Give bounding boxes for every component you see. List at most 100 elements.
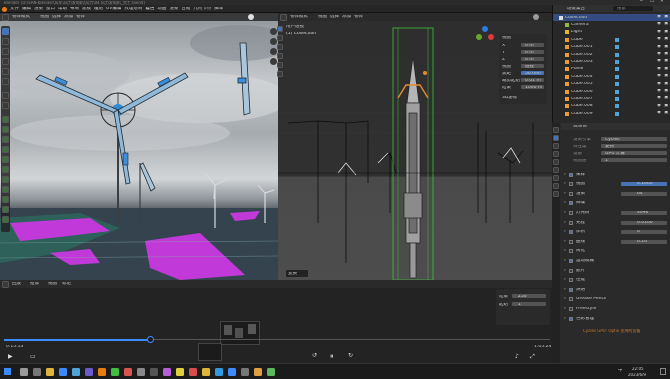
visibility-eye-icon[interactable]: ◉ bbox=[657, 15, 661, 20]
section-checkbox[interactable] bbox=[569, 278, 573, 283]
extrude-tool-icon[interactable] bbox=[2, 126, 9, 133]
transform-tool-icon[interactable] bbox=[2, 78, 9, 85]
outliner-item[interactable]: Cube.004 ◉ ▣ bbox=[553, 73, 670, 80]
file-explorer-icon[interactable] bbox=[46, 367, 54, 376]
render-toggle-icon[interactable]: ▣ bbox=[664, 45, 668, 50]
folder-icon[interactable] bbox=[202, 367, 210, 376]
tool-tab-icon[interactable] bbox=[552, 127, 559, 133]
render-toggle-icon[interactable]: ▣ bbox=[664, 111, 668, 116]
visibility-eye-icon[interactable]: ◉ bbox=[657, 30, 661, 35]
section-checkbox[interactable] bbox=[569, 268, 573, 273]
z-axis-icon[interactable] bbox=[482, 26, 488, 32]
prop-number-field[interactable] bbox=[621, 230, 667, 235]
prop-section[interactable]: › 灯光树 4096 bbox=[561, 209, 670, 217]
y-axis-icon[interactable] bbox=[476, 34, 482, 40]
render-toggle-icon[interactable]: ▣ bbox=[664, 74, 668, 79]
visibility-eye-icon[interactable]: ◉ bbox=[657, 45, 661, 50]
section-checkbox[interactable] bbox=[569, 316, 573, 321]
visibility-eye-icon[interactable]: ◉ bbox=[657, 59, 661, 64]
prop-section[interactable]: › 曲线 0.10 bbox=[561, 238, 670, 246]
scene-tab-icon[interactable] bbox=[552, 159, 559, 165]
render-toggle-icon[interactable]: ▣ bbox=[664, 82, 668, 87]
blender-logo-icon[interactable] bbox=[2, 6, 7, 12]
prop-number-field[interactable] bbox=[621, 191, 667, 196]
render-toggle-icon[interactable]: ▣ bbox=[664, 67, 668, 72]
mode-selector[interactable]: 物体模式 bbox=[12, 15, 30, 20]
workspace-tab[interactable]: 帮助 bbox=[58, 7, 67, 12]
render-toggle-icon[interactable]: ▣ bbox=[664, 37, 668, 42]
prop-section[interactable]: › 运动模糊 bbox=[561, 257, 670, 265]
prop-section[interactable]: › 性能 bbox=[561, 277, 670, 285]
pause-icon[interactable]: ⏸ bbox=[330, 352, 334, 361]
subtitles-icon[interactable]: ▭ bbox=[30, 353, 36, 360]
menu-object[interactable]: 物体 bbox=[76, 15, 85, 20]
visibility-eye-icon[interactable]: ◉ bbox=[657, 82, 661, 87]
spin-tool-icon[interactable] bbox=[2, 186, 9, 193]
prop-section[interactable]: › 视图 0.1000 bbox=[561, 181, 670, 189]
mail-icon[interactable] bbox=[72, 367, 80, 376]
workspace-tab[interactable]: 建模 bbox=[82, 7, 91, 12]
outliner-item[interactable]: Cube.002 ◉ ▣ bbox=[553, 51, 670, 58]
video-app-icon[interactable] bbox=[189, 367, 197, 376]
forward-icon[interactable]: ↻ bbox=[348, 352, 353, 359]
render-toggle-icon[interactable]: ▣ bbox=[664, 22, 668, 27]
task-view-icon[interactable] bbox=[33, 367, 41, 376]
menu-select[interactable]: 选择 bbox=[330, 15, 339, 20]
section-checkbox[interactable] bbox=[569, 201, 573, 206]
section-checkbox[interactable] bbox=[569, 182, 573, 187]
timeline-editor-icon[interactable] bbox=[2, 280, 9, 288]
knife-tool-icon[interactable] bbox=[2, 166, 9, 173]
zoom-icon[interactable] bbox=[270, 28, 277, 35]
section-checkbox[interactable] bbox=[569, 258, 573, 263]
calendar-icon[interactable] bbox=[228, 367, 236, 376]
x-axis-icon[interactable] bbox=[488, 34, 494, 40]
render-tab-icon[interactable] bbox=[552, 135, 559, 141]
mode-selector[interactable]: 物体模式 bbox=[290, 15, 308, 20]
game-icon[interactable] bbox=[267, 367, 275, 376]
visibility-eye-icon[interactable]: ◉ bbox=[657, 104, 661, 109]
fullscreen-icon[interactable]: ⤢ bbox=[530, 353, 535, 361]
object-tab-icon[interactable] bbox=[552, 175, 559, 181]
inset-tool-icon[interactable] bbox=[2, 136, 9, 143]
annotate-tool-icon[interactable] bbox=[2, 92, 9, 99]
outliner-item[interactable]: Light ◉ ▣ bbox=[553, 29, 670, 36]
menu-select[interactable]: 选择 bbox=[52, 15, 61, 20]
section-checkbox[interactable] bbox=[569, 230, 573, 235]
store-icon[interactable] bbox=[85, 367, 93, 376]
scale-tool-icon[interactable] bbox=[2, 68, 9, 75]
terminal-icon[interactable] bbox=[150, 367, 158, 376]
rotate-tool-icon[interactable] bbox=[277, 53, 283, 59]
outliner-item[interactable]: Cube.005 ◉ ▣ bbox=[553, 81, 670, 88]
editor-type-icon[interactable] bbox=[280, 13, 287, 21]
move-tool-icon[interactable] bbox=[277, 44, 283, 50]
edge-icon[interactable] bbox=[215, 367, 223, 376]
volume-icon[interactable]: ♪ bbox=[515, 353, 519, 360]
visibility-eye-icon[interactable]: ◉ bbox=[657, 52, 661, 57]
search-icon[interactable] bbox=[20, 367, 28, 376]
render-toggle-icon[interactable]: ▣ bbox=[664, 59, 668, 64]
polybuild-tool-icon[interactable] bbox=[2, 176, 9, 183]
prop-section[interactable]: › 渲染 64 bbox=[561, 190, 670, 198]
material-tab-icon[interactable] bbox=[552, 191, 559, 197]
section-checkbox[interactable] bbox=[569, 287, 573, 292]
progress-handle[interactable] bbox=[147, 336, 154, 343]
tl-menu-keying[interactable]: 抠像 bbox=[30, 282, 39, 287]
prop-section[interactable]: › 简化 bbox=[561, 248, 670, 256]
weather-icon[interactable] bbox=[254, 367, 262, 376]
browser-icon[interactable] bbox=[59, 367, 67, 376]
shading-solid-icon[interactable] bbox=[533, 14, 539, 20]
windows-start-icon[interactable] bbox=[4, 368, 11, 375]
notification-icon[interactable] bbox=[660, 368, 666, 375]
loopcut-tool-icon[interactable] bbox=[2, 156, 9, 163]
menu-add[interactable]: 添加 bbox=[64, 15, 73, 20]
outliner-item[interactable]: Cube.008 ◉ ▣ bbox=[553, 103, 670, 110]
render-toggle-icon[interactable]: ▣ bbox=[664, 89, 668, 94]
outliner-item[interactable]: Camera ◉ ▣ bbox=[553, 21, 670, 28]
menu-view[interactable]: 视图 bbox=[40, 15, 49, 20]
camera-view-icon[interactable] bbox=[270, 48, 277, 55]
workspace-tab[interactable]: 窗口 bbox=[46, 7, 55, 12]
transform-tool-icon[interactable] bbox=[277, 71, 283, 77]
outliner-item[interactable]: Cube.009 ◉ ▣ bbox=[553, 110, 670, 117]
outliner-item[interactable]: Cube.001 ◉ ▣ bbox=[553, 44, 670, 51]
section-checkbox[interactable] bbox=[569, 172, 573, 177]
